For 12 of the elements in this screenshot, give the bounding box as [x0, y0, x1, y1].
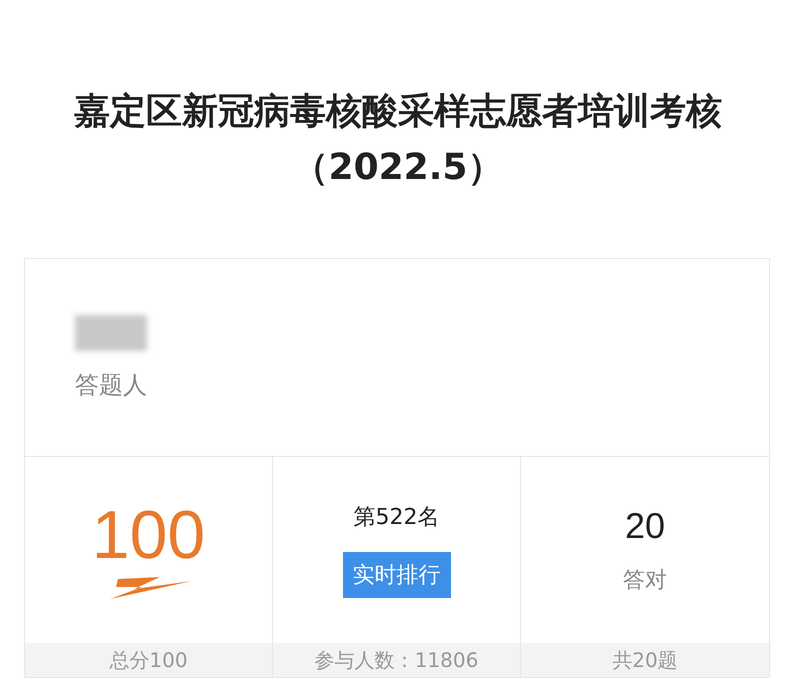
page-title: 嘉定区新冠病毒核酸采样志愿者培训考核 [74, 90, 722, 134]
respondent-label: 答题人 [75, 370, 148, 401]
score-value: 100 [92, 499, 206, 571]
ranking-button[interactable]: 实时排行 [342, 552, 450, 598]
stat-footer: 参与人数：11806 [273, 643, 520, 677]
redacted-name [75, 315, 147, 351]
correct-label: 答对 [623, 567, 667, 595]
correct-count: 20 [624, 505, 666, 547]
page-title: （2022.5） [292, 146, 504, 190]
stat-footer: 共20题 [521, 643, 769, 677]
stat-footer: 总分100 [25, 643, 272, 677]
rank-text: 第522名 [354, 504, 440, 532]
